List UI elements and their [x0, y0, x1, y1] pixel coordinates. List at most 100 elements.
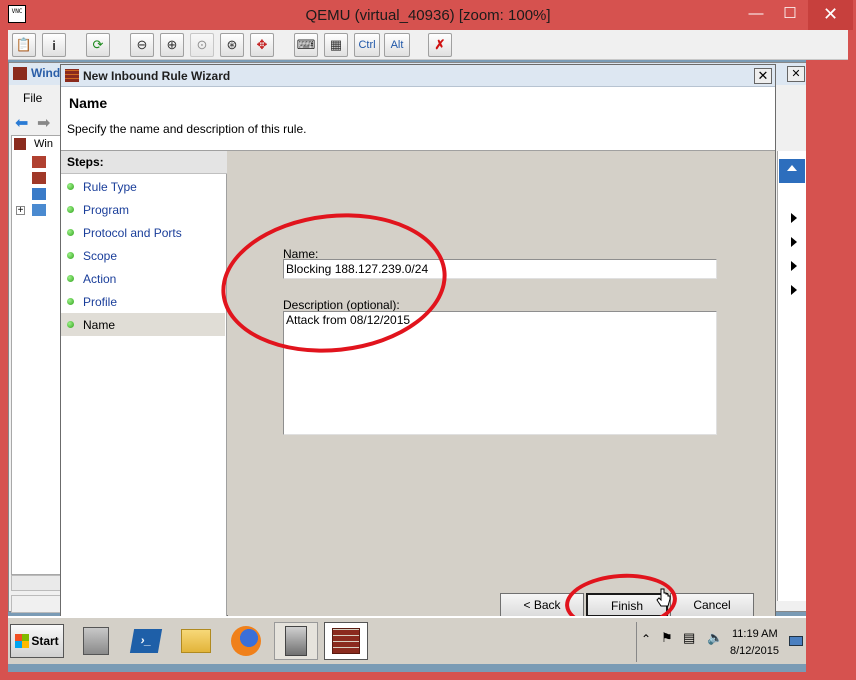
guest-screen: Wind ✕ File ⬅ ➡ Win + New Inbound Rule W — [8, 60, 806, 672]
mmc-title: Wind — [31, 66, 61, 80]
step-label: Protocol and Ports — [83, 226, 182, 240]
ctrl-key-button[interactable]: Ctrl — [354, 33, 380, 57]
step-name[interactable]: Name — [61, 313, 225, 336]
maximize-button[interactable]: ☐ — [776, 0, 804, 30]
window-title: QEMU (virtual_40936) [zoom: 100%] — [305, 7, 551, 24]
refresh-icon: ⟳ — [92, 37, 104, 52]
windows-logo-icon — [15, 634, 30, 648]
mmc-close-button[interactable]: ✕ — [787, 66, 805, 82]
wizard-header: Name Specify the name and description of… — [61, 87, 775, 151]
ctrl-alt-del-button[interactable]: ▦ — [324, 33, 348, 57]
step-label: Program — [83, 203, 130, 217]
step-bullet-icon — [67, 321, 74, 328]
start-label: Start — [31, 634, 59, 648]
new-inbound-rule-wizard: New Inbound Rule Wizard ✕ Name Specify t… — [60, 64, 776, 617]
step-action[interactable]: Action — [61, 267, 225, 290]
send-keys-icon: ⌨ — [296, 37, 316, 52]
disconnect-icon: ✗ — [434, 37, 446, 52]
back-arrow-icon[interactable]: ⬅ — [15, 113, 28, 133]
outbound-rules-icon[interactable] — [32, 172, 46, 184]
firewall-button[interactable] — [324, 622, 368, 660]
action-expand-icon[interactable] — [791, 213, 797, 223]
action-expand-icon[interactable] — [791, 237, 797, 247]
tree-firewall-icon — [14, 138, 26, 150]
firewall-taskbar-icon — [332, 628, 360, 654]
show-desktop-icon[interactable] — [789, 636, 803, 646]
zoom-out-button[interactable]: ⊖ — [130, 33, 154, 57]
powershell-button[interactable]: ›_ — [124, 622, 168, 660]
admin-tools-icon — [285, 626, 307, 656]
cancel-button[interactable]: Cancel — [670, 593, 754, 617]
step-bullet-icon — [67, 275, 74, 282]
step-bullet-icon — [67, 229, 74, 236]
zoom-auto-button[interactable]: ⊛ — [220, 33, 244, 57]
action-center-flag-icon[interactable]: ⚑ — [661, 630, 673, 646]
steps-title: Steps: — [61, 151, 227, 174]
taskbar: Start ›_ ⌃ ⚑ ▤ 🔈 11:19 AM 8/12/2015 — [8, 616, 806, 664]
zoom-out-icon: ⊖ — [136, 37, 148, 52]
fullscreen-icon: ✥ — [256, 37, 268, 52]
fullscreen-button[interactable]: ✥ — [250, 33, 274, 57]
page-subtitle: Specify the name and description of this… — [67, 122, 307, 136]
clock-time[interactable]: 11:19 AM — [732, 628, 778, 640]
actions-header[interactable] — [779, 159, 805, 183]
info-button[interactable]: i — [42, 33, 66, 57]
firewall-icon — [65, 69, 79, 82]
step-label: Profile — [83, 295, 118, 309]
zoom-in-button[interactable]: ⊕ — [160, 33, 184, 57]
menu-file[interactable]: File — [23, 91, 42, 105]
step-bullet-icon — [67, 183, 74, 190]
step-label: Rule Type — [83, 180, 137, 194]
ctrl-alt-del-icon: ▦ — [329, 37, 343, 52]
zoom-reset-icon: ⊙ — [196, 37, 208, 52]
file-explorer-button[interactable] — [174, 622, 218, 660]
clock-date[interactable]: 8/12/2015 — [730, 645, 779, 657]
firefox-icon — [231, 626, 261, 656]
clipboard-button[interactable]: 📋 — [12, 33, 36, 57]
volume-muted-icon[interactable]: 🔈 — [707, 630, 723, 646]
send-keys-button[interactable]: ⌨ — [294, 33, 318, 57]
connection-security-icon[interactable] — [32, 188, 46, 200]
step-protocol-and-ports[interactable]: Protocol and Ports — [61, 221, 225, 244]
action-expand-icon[interactable] — [791, 285, 797, 295]
minimize-button[interactable]: — — [742, 0, 770, 30]
forward-arrow-icon[interactable]: ➡ — [37, 113, 50, 133]
inbound-rules-icon[interactable] — [32, 156, 46, 168]
monitoring-icon[interactable] — [32, 204, 46, 216]
server-manager-button[interactable] — [74, 622, 118, 660]
step-label: Name — [83, 318, 116, 332]
page-title: Name — [69, 95, 108, 111]
admin-tools-button[interactable] — [274, 622, 318, 660]
step-profile[interactable]: Profile — [61, 290, 225, 313]
step-program[interactable]: Program — [61, 198, 225, 221]
step-bullet-icon — [67, 298, 74, 305]
disconnect-button[interactable]: ✗ — [428, 33, 452, 57]
firefox-button[interactable] — [224, 622, 268, 660]
zoom-reset-button[interactable]: ⊙ — [190, 33, 214, 57]
mmc-tree-pane: Win + — [11, 135, 61, 575]
qemu-toolbar: 📋 i ⟳ ⊖ ⊕ ⊙ ⊛ ✥ ⌨ ▦ Ctrl Alt ✗ — [8, 30, 848, 60]
zoom-in-icon: ⊕ — [166, 37, 178, 52]
start-button[interactable]: Start — [10, 624, 64, 658]
wizard-close-button[interactable]: ✕ — [754, 68, 772, 84]
zoom-auto-icon: ⊛ — [226, 37, 238, 52]
refresh-button[interactable]: ⟳ — [86, 33, 110, 57]
step-bullet-icon — [67, 206, 74, 213]
step-rule-type[interactable]: Rule Type — [61, 175, 225, 198]
mmc-statusbar — [11, 595, 61, 613]
wizard-titlebar: New Inbound Rule Wizard ✕ — [61, 65, 775, 87]
network-icon[interactable]: ▤ — [683, 630, 695, 646]
step-label: Action — [83, 272, 117, 286]
show-hidden-icons[interactable]: ⌃ — [641, 632, 651, 646]
close-window-button[interactable]: ✕ — [808, 0, 853, 30]
alt-key-button[interactable]: Alt — [384, 33, 410, 57]
step-scope[interactable]: Scope — [61, 244, 225, 267]
expand-icon[interactable]: + — [16, 206, 25, 216]
tree-root-item[interactable]: Win — [34, 138, 53, 150]
collapse-up-icon — [787, 165, 797, 171]
server-manager-icon — [83, 627, 109, 655]
mmc-firewall-icon — [13, 67, 27, 80]
action-expand-icon[interactable] — [791, 261, 797, 271]
info-icon: i — [52, 37, 56, 53]
tree-scrollbar[interactable] — [11, 575, 61, 591]
